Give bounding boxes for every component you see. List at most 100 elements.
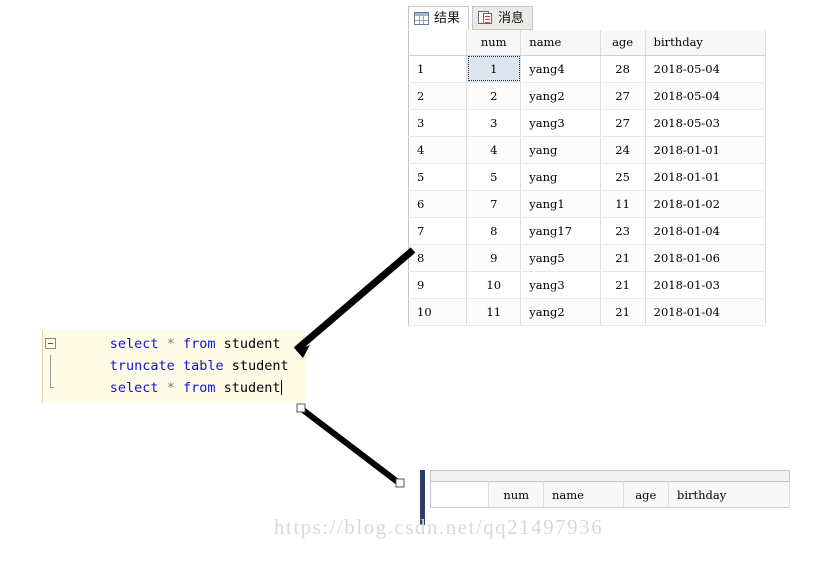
results-pane: 结果 消息 num name age birthday 1 1 yang4 28… [408, 4, 768, 326]
cell-age[interactable]: 27 [600, 82, 646, 110]
annotation-handle-end[interactable] [395, 478, 405, 488]
cell-name[interactable]: yang17 [520, 217, 601, 245]
cell-age[interactable]: 25 [600, 163, 646, 191]
cell-num[interactable]: 7 [466, 190, 522, 218]
code-fold-gutter-3 [43, 377, 61, 399]
pane-top-bar [430, 470, 790, 481]
cell-birthday[interactable]: 2018-05-04 [645, 82, 767, 110]
message-icon [478, 11, 493, 25]
results-table[interactable]: num name age birthday 1 1 yang4 28 2018-05-0… [408, 30, 767, 326]
results-tab-strip: 结果 消息 [408, 4, 768, 30]
cell-birthday[interactable]: 2018-05-04 [645, 55, 767, 83]
cell-age[interactable]: 24 [600, 136, 646, 164]
sql-keyword-select-2: select [109, 380, 159, 396]
table-row[interactable]: 10 11 yang2 21 2018-01-04 [408, 298, 767, 326]
tab-results-label: 结果 [434, 10, 461, 26]
cell-num[interactable]: 4 [466, 136, 522, 164]
empty-column-header-birthday[interactable]: birthday [668, 481, 791, 508]
cell-name[interactable]: yang3 [520, 271, 601, 299]
annotation-handle-start[interactable] [296, 403, 306, 413]
cell-name[interactable]: yang2 [520, 298, 601, 326]
cell-age[interactable]: 23 [600, 217, 646, 245]
tab-results[interactable]: 结果 [408, 6, 470, 30]
table-row[interactable]: 4 4 yang 24 2018-01-01 [408, 136, 767, 164]
table-row[interactable]: 3 3 yang3 27 2018-05-03 [408, 109, 767, 137]
empty-results-table[interactable]: num name age birthday [430, 481, 791, 508]
empty-column-header-name[interactable]: name [543, 481, 624, 508]
row-number[interactable]: 1 [408, 55, 468, 83]
cell-num[interactable]: 11 [466, 298, 522, 326]
row-number[interactable]: 4 [408, 136, 468, 164]
sql-operator-star-2: * [166, 380, 175, 396]
cell-age[interactable]: 21 [600, 271, 646, 299]
annotation-line-bottom [301, 407, 401, 486]
row-number[interactable]: 5 [408, 163, 468, 191]
cell-age[interactable]: 11 [600, 190, 646, 218]
fold-bracket-line [50, 355, 51, 377]
cell-num[interactable]: 9 [466, 244, 522, 272]
table-row[interactable]: 6 7 yang1 11 2018-01-02 [408, 190, 767, 218]
collapse-minus-icon[interactable] [45, 338, 56, 349]
cell-num[interactable]: 3 [466, 109, 522, 137]
row-number[interactable]: 8 [408, 244, 468, 272]
row-number[interactable]: 6 [408, 190, 468, 218]
row-number[interactable]: 9 [408, 271, 468, 299]
table-row[interactable]: 1 1 yang4 28 2018-05-04 [408, 55, 767, 83]
cell-name[interactable]: yang [520, 136, 601, 164]
cell-name[interactable]: yang3 [520, 109, 601, 137]
cell-birthday[interactable]: 2018-01-01 [645, 163, 767, 191]
cell-name[interactable]: yang4 [520, 55, 601, 83]
cell-num[interactable]: 8 [466, 217, 522, 245]
cell-birthday[interactable]: 2018-01-02 [645, 190, 767, 218]
cell-num-selected[interactable]: 1 [466, 55, 522, 83]
cell-name[interactable]: yang [520, 163, 601, 191]
empty-table-header-row: num name age birthday [430, 481, 791, 508]
column-header-name[interactable]: name [520, 30, 601, 56]
sql-identifier-student-3: student [223, 380, 281, 396]
column-header-num[interactable]: num [466, 30, 522, 56]
empty-column-header-rownum[interactable] [430, 481, 490, 508]
cell-name[interactable]: yang1 [520, 190, 601, 218]
cell-num[interactable]: 5 [466, 163, 522, 191]
cell-birthday[interactable]: 2018-01-06 [645, 244, 767, 272]
table-row[interactable]: 7 8 yang17 23 2018-01-04 [408, 217, 767, 245]
cell-age[interactable]: 21 [600, 244, 646, 272]
table-row[interactable]: 2 2 yang2 27 2018-05-04 [408, 82, 767, 110]
empty-column-header-num[interactable]: num [488, 481, 544, 508]
row-number[interactable]: 2 [408, 82, 468, 110]
cell-birthday[interactable]: 2018-01-01 [645, 136, 767, 164]
annotation-line-top [293, 247, 416, 353]
sql-line-3-text: select * from student [61, 364, 282, 412]
cell-age[interactable]: 27 [600, 109, 646, 137]
cell-num[interactable]: 10 [466, 271, 522, 299]
cell-name[interactable]: yang5 [520, 244, 601, 272]
tab-messages-label: 消息 [498, 10, 525, 26]
grid-icon [414, 11, 429, 25]
empty-column-header-age[interactable]: age [623, 481, 669, 508]
cell-name[interactable]: yang2 [520, 82, 601, 110]
cell-birthday[interactable]: 2018-01-04 [645, 217, 767, 245]
cell-birthday[interactable]: 2018-05-03 [645, 109, 767, 137]
table-row[interactable]: 5 5 yang 25 2018-01-01 [408, 163, 767, 191]
code-fold-gutter-2 [43, 355, 61, 377]
row-number[interactable]: 10 [408, 298, 468, 326]
table-header-row: num name age birthday [408, 30, 767, 56]
column-header-rownum[interactable] [408, 30, 468, 56]
text-caret [280, 380, 282, 395]
row-number[interactable]: 7 [408, 217, 468, 245]
sql-editor[interactable]: select * from student truncate table stu… [42, 330, 305, 403]
watermark: https://blog.csdn.net/qq21497936 [274, 515, 604, 539]
table-row[interactable]: 8 9 yang5 21 2018-01-06 [408, 244, 767, 272]
empty-results-pane: num name age birthday [420, 470, 791, 525]
column-header-age[interactable]: age [600, 30, 646, 56]
cell-age[interactable]: 21 [600, 298, 646, 326]
cell-num[interactable]: 2 [466, 82, 522, 110]
column-header-birthday[interactable]: birthday [645, 30, 767, 56]
tab-messages[interactable]: 消息 [472, 6, 534, 30]
cell-birthday[interactable]: 2018-01-04 [645, 298, 767, 326]
code-fold-gutter-1[interactable] [43, 333, 61, 355]
table-row[interactable]: 9 10 yang3 21 2018-01-03 [408, 271, 767, 299]
row-number[interactable]: 3 [408, 109, 468, 137]
cell-birthday[interactable]: 2018-01-03 [645, 271, 767, 299]
cell-age[interactable]: 28 [600, 55, 646, 83]
